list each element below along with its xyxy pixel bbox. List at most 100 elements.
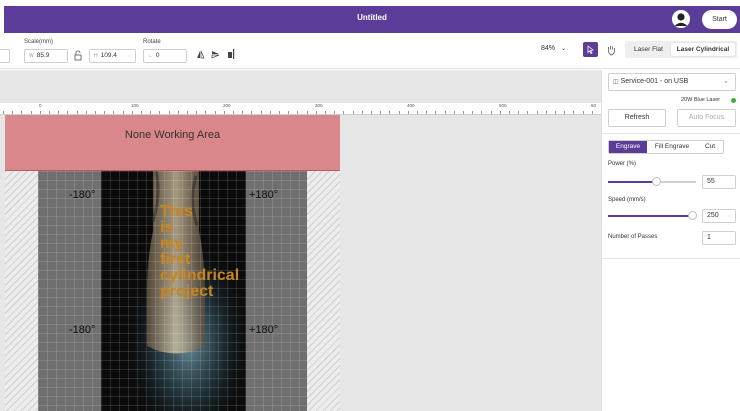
slider-knob[interactable] bbox=[688, 211, 698, 220]
ruler-tick-label: 500 bbox=[499, 103, 507, 108]
ruler-tick-mark bbox=[3, 111, 4, 114]
speed-label: Speed (mm/s) bbox=[608, 197, 646, 203]
ruler-tick-mark bbox=[527, 111, 528, 114]
mode-laser-cylindrical[interactable]: Laser Cylindrical bbox=[671, 43, 735, 56]
design-canvas[interactable]: 0 100 200 300 400 500 60 None Working Ar… bbox=[0, 70, 601, 411]
ruler-tick-mark bbox=[353, 111, 354, 114]
ruler-tick-mark bbox=[481, 111, 482, 114]
tab-fill-engrave[interactable]: Fill Engrave bbox=[647, 141, 697, 153]
auto-focus-button[interactable]: Auto Focus bbox=[677, 109, 736, 127]
ruler-tick-mark bbox=[307, 111, 308, 114]
engrave-text-object[interactable]: This is my first cylindrical project bbox=[160, 204, 239, 300]
tab-cut[interactable]: Cut bbox=[697, 141, 723, 153]
select-tool-button[interactable] bbox=[583, 42, 598, 57]
ruler-tick-mark bbox=[242, 111, 243, 114]
power-input[interactable]: 55 bbox=[702, 175, 736, 189]
usb-icon: ◫ bbox=[613, 79, 619, 85]
height-value: 109.4 bbox=[100, 52, 117, 59]
zoom-value: 84% bbox=[541, 45, 556, 52]
user-avatar-icon[interactable] bbox=[672, 10, 690, 28]
ruler-tick-mark bbox=[555, 111, 556, 114]
laser-type-label: 20W Blue Laser bbox=[681, 97, 721, 103]
ruler-tick-mark bbox=[463, 111, 464, 114]
tab-engrave[interactable]: Engrave bbox=[609, 141, 647, 153]
align-icon[interactable] bbox=[227, 49, 237, 61]
panel-divider bbox=[602, 258, 740, 259]
ruler-tick-mark bbox=[31, 111, 32, 114]
rotate-field[interactable]: ∟ 0 bbox=[143, 49, 187, 63]
right-bottom-degree: +180° bbox=[249, 324, 279, 336]
ruler-tick-mark bbox=[169, 111, 170, 114]
horizontal-ruler: 0 100 200 300 400 500 60 bbox=[0, 103, 601, 115]
ruler-tick-mark bbox=[435, 111, 436, 114]
ruler-tick-mark bbox=[12, 111, 13, 114]
ruler-tick-label: 100 bbox=[131, 103, 139, 108]
width-field[interactable]: W 85.9 bbox=[24, 49, 68, 63]
ruler-tick-label: 400 bbox=[407, 103, 415, 108]
chevron-down-icon: ⌄ bbox=[560, 46, 566, 52]
ruler-tick-label: 60 bbox=[591, 103, 597, 108]
rotate-value: 0 bbox=[155, 52, 160, 59]
speed-input[interactable]: 250 bbox=[702, 209, 736, 223]
rotate-label: Rotate bbox=[143, 39, 161, 45]
refresh-button[interactable]: Refresh bbox=[608, 109, 666, 127]
ruler-tick-mark bbox=[371, 111, 372, 114]
ruler-tick-mark bbox=[518, 111, 519, 114]
ruler-tick-mark bbox=[113, 111, 114, 114]
ruler-tick-mark bbox=[334, 111, 335, 114]
ruler-tick-mark bbox=[40, 111, 41, 114]
panel-divider bbox=[602, 133, 740, 134]
ruler-tick-mark bbox=[389, 111, 390, 114]
passes-label: Number of Passes bbox=[608, 234, 658, 240]
position-field[interactable] bbox=[0, 49, 10, 63]
ruler-tick-mark bbox=[583, 111, 584, 114]
connection-status-dot bbox=[731, 98, 736, 103]
mode-laser-flat[interactable]: Laser Flat bbox=[627, 43, 670, 56]
ruler-tick-mark bbox=[178, 111, 179, 114]
ruler-tick-mark bbox=[279, 111, 280, 114]
ruler-tick-mark bbox=[159, 111, 160, 114]
ruler-tick-mark bbox=[67, 111, 68, 114]
start-button[interactable]: Start bbox=[702, 10, 737, 29]
passes-input[interactable]: 1 bbox=[702, 231, 736, 245]
zoom-dropdown[interactable]: 84% ⌄ bbox=[541, 45, 566, 52]
device-select[interactable]: ◫ Service-001 - on USB ⌄ bbox=[608, 73, 736, 91]
ruler-tick-mark bbox=[49, 111, 50, 114]
ruler-tick-mark bbox=[472, 111, 473, 114]
slider-fill bbox=[608, 181, 657, 183]
cursor-icon bbox=[587, 45, 594, 55]
ruler-tick-mark bbox=[564, 111, 565, 114]
ruler-tick-mark bbox=[288, 111, 289, 114]
ruler-tick-mark bbox=[417, 111, 418, 114]
left-top-degree: -180° bbox=[69, 189, 96, 201]
flip-horizontal-icon[interactable] bbox=[196, 50, 205, 61]
ruler-tick-mark bbox=[408, 111, 409, 114]
title-bar: Untitled Start bbox=[4, 6, 740, 33]
ruler-tick-mark bbox=[86, 111, 87, 114]
scale-label: Scale(mm) bbox=[24, 39, 54, 45]
power-slider[interactable] bbox=[608, 177, 696, 186]
non-working-area: None Working Area bbox=[5, 115, 340, 171]
document-title: Untitled bbox=[357, 13, 387, 22]
ruler-tick-label: 300 bbox=[315, 103, 323, 108]
ruler-tick-mark bbox=[104, 111, 105, 114]
pan-tool-button[interactable] bbox=[605, 43, 617, 56]
chevron-down-icon: ⌄ bbox=[723, 78, 729, 85]
ruler-tick-mark bbox=[537, 111, 538, 114]
speed-slider[interactable] bbox=[608, 211, 698, 220]
ruler-tick-mark bbox=[123, 111, 124, 114]
ruler-tick-mark bbox=[132, 111, 133, 114]
work-area: None Working Area -180° +180° -180° +180… bbox=[5, 115, 340, 411]
ruler-tick-mark bbox=[205, 111, 206, 114]
ruler-tick-mark bbox=[500, 111, 501, 114]
height-field[interactable]: H 109.4 bbox=[89, 49, 136, 63]
ruler-tick-mark bbox=[546, 111, 547, 114]
slider-knob[interactable] bbox=[652, 177, 662, 186]
ruler-tick-mark bbox=[592, 111, 593, 114]
flip-vertical-icon[interactable] bbox=[211, 50, 220, 61]
ruler-tick-mark bbox=[380, 111, 381, 114]
right-top-degree: +180° bbox=[249, 189, 279, 201]
ruler-tick-mark bbox=[196, 111, 197, 114]
lock-ratio-icon[interactable] bbox=[74, 50, 82, 63]
ruler-tick-mark bbox=[215, 111, 216, 114]
